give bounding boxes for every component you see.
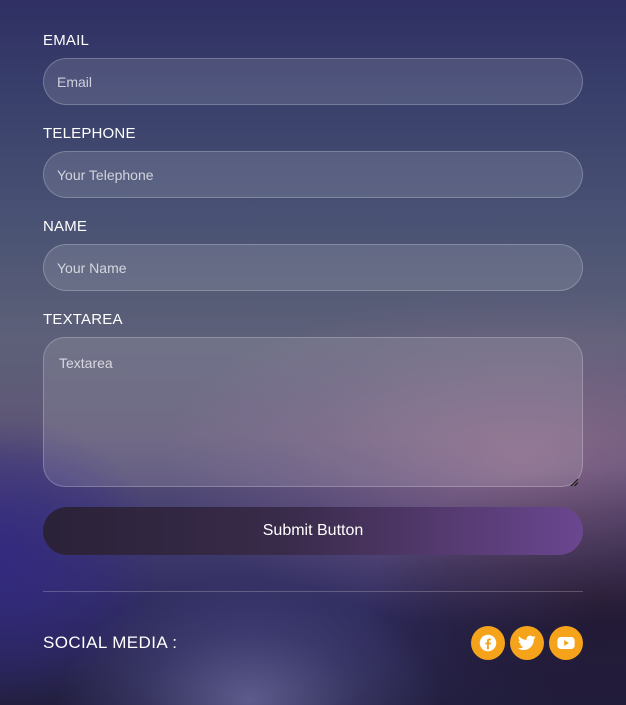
facebook-button[interactable] (471, 626, 505, 660)
social-media-label: SOCIAL MEDIA : (43, 633, 178, 652)
facebook-icon (479, 634, 497, 652)
name-label: NAME (43, 218, 88, 235)
divider (43, 591, 583, 592)
email-group: EMAIL (43, 32, 583, 105)
textarea-field[interactable] (44, 338, 582, 486)
name-field-wrapper (43, 244, 583, 291)
name-group: NAME (43, 218, 583, 291)
social-media-row: SOCIAL MEDIA : (43, 626, 583, 660)
email-label: EMAIL (43, 32, 90, 49)
textarea-wrapper (43, 337, 583, 487)
telephone-field-wrapper (43, 151, 583, 198)
telephone-label: TELEPHONE (43, 125, 136, 142)
email-field-wrapper (43, 58, 583, 105)
submit-button[interactable]: Submit Button (43, 507, 583, 555)
youtube-button[interactable] (549, 626, 583, 660)
contact-form: EMAIL TELEPHONE NAME TEXTAREA Submit Bu (43, 32, 583, 660)
textarea-group: TEXTAREA (43, 311, 583, 487)
youtube-icon (557, 636, 575, 650)
twitter-button[interactable] (510, 626, 544, 660)
name-field[interactable] (57, 259, 569, 276)
telephone-group: TELEPHONE (43, 125, 583, 198)
telephone-field[interactable] (57, 166, 569, 183)
social-icons (471, 626, 583, 660)
textarea-label: TEXTAREA (43, 311, 123, 328)
email-field[interactable] (57, 73, 569, 90)
twitter-icon (518, 635, 536, 651)
resize-handle-icon[interactable] (570, 474, 579, 487)
